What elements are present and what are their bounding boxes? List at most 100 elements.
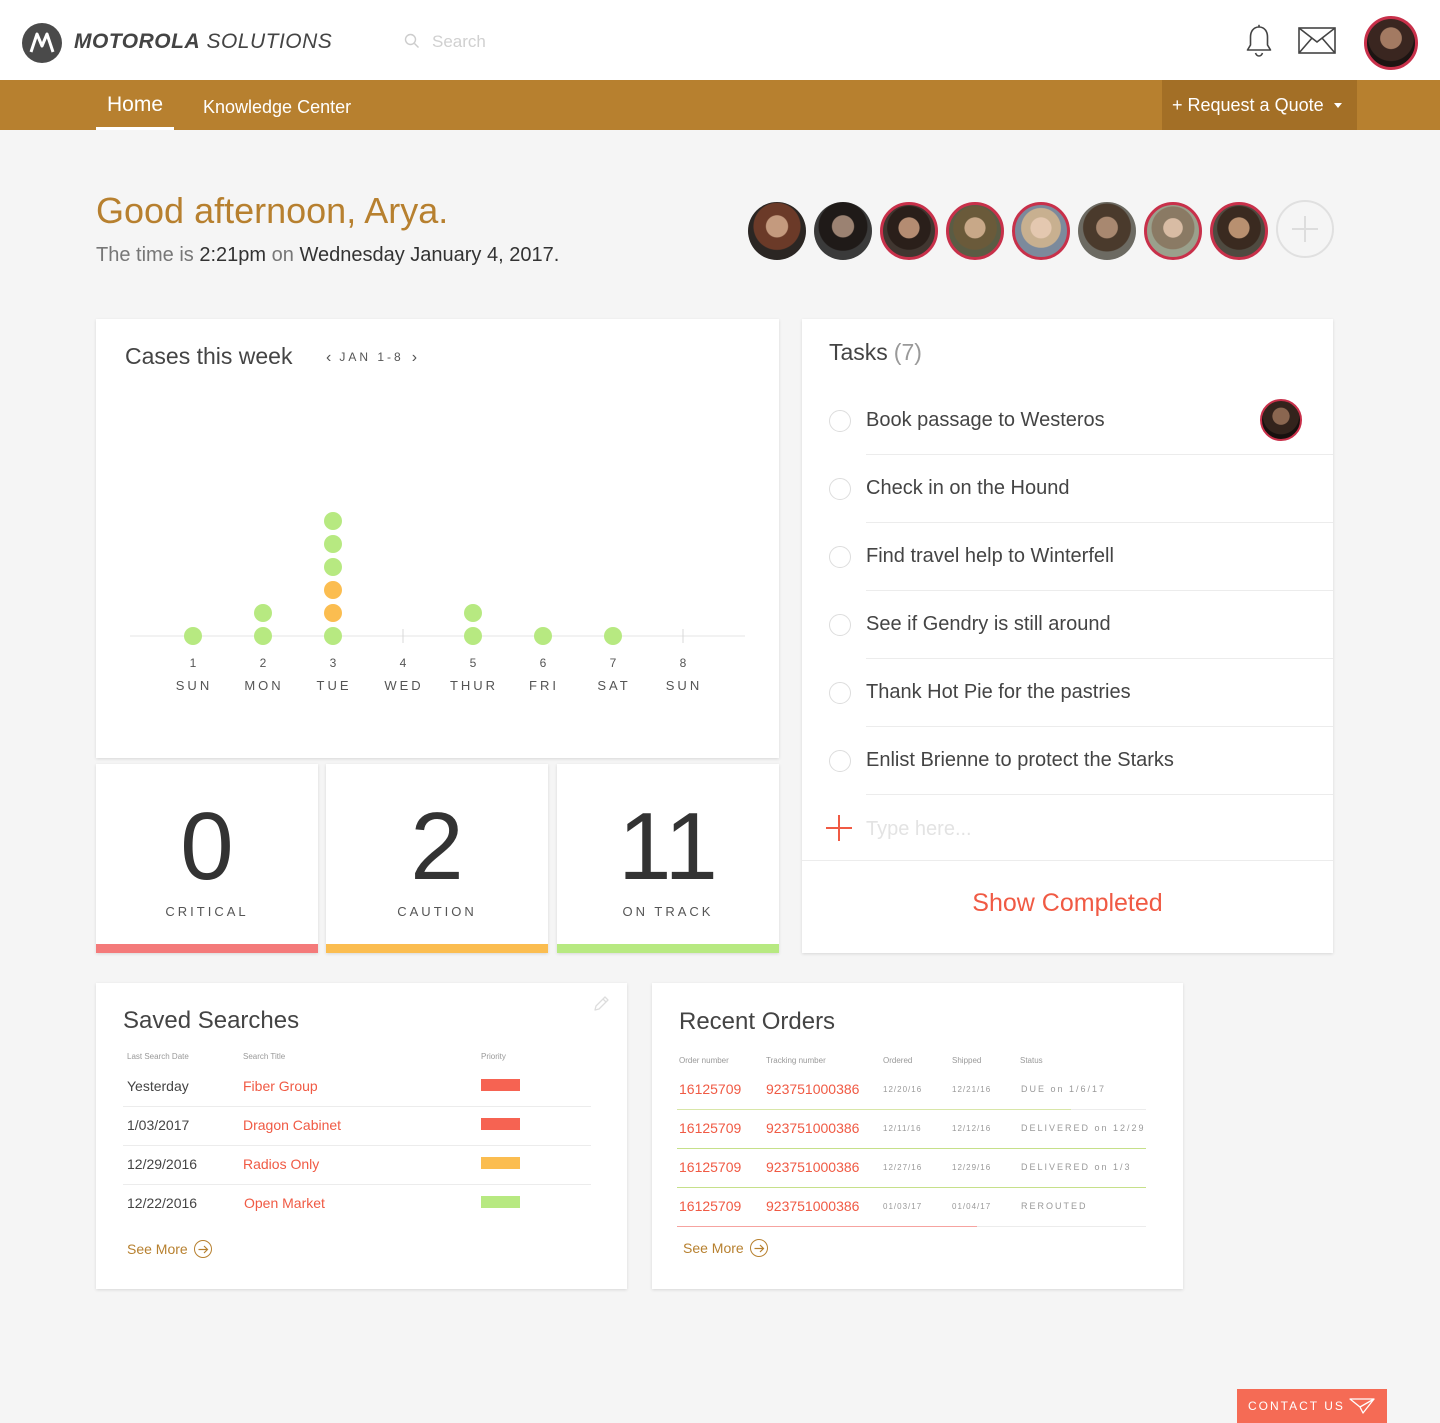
search-title-link[interactable]: Open Market	[244, 1195, 325, 1211]
arrow-right-circle-icon	[749, 1239, 768, 1257]
ordered-date: 12/27/16	[883, 1163, 923, 1172]
search-box[interactable]	[402, 30, 722, 54]
search-date: 12/29/2016	[127, 1156, 198, 1172]
tasks-title-label: Tasks	[829, 339, 888, 365]
chart-dot	[324, 627, 342, 645]
contact-us-label: CONTACT US	[1248, 1399, 1345, 1413]
order-number-link[interactable]: 16125709	[679, 1120, 741, 1136]
order-progress	[677, 1226, 978, 1227]
team-avatar[interactable]	[748, 202, 806, 260]
top-bar: MOTOROLA SOLUTIONS	[0, 0, 1440, 80]
task-checkbox[interactable]	[829, 478, 851, 500]
stat-caution[interactable]: 2 CAUTION	[326, 764, 548, 953]
arrow-right-circle-icon	[193, 1240, 212, 1258]
table-row[interactable]: 16125709 923751000386 12/27/16 12/29/16 …	[677, 1149, 1146, 1188]
table-row[interactable]: 16125709 923751000386 12/20/16 12/21/16 …	[677, 1071, 1146, 1110]
motorola-logo-icon[interactable]	[22, 23, 62, 63]
team-avatar[interactable]	[814, 202, 872, 260]
add-task-row	[802, 795, 1333, 861]
tracking-number-link[interactable]: 923751000386	[766, 1120, 859, 1136]
task-checkbox[interactable]	[829, 410, 851, 432]
team-avatar[interactable]	[1078, 202, 1136, 260]
request-quote-label: + Request a Quote	[1172, 95, 1324, 115]
nav-home[interactable]: Home	[96, 80, 174, 130]
column-header: Shipped	[952, 1056, 982, 1065]
chart-dot	[604, 627, 622, 645]
task-item[interactable]: Check in on the Hound	[802, 455, 1333, 523]
tracking-number-link[interactable]: 923751000386	[766, 1159, 859, 1175]
team-avatar[interactable]	[880, 202, 938, 260]
task-checkbox[interactable]	[829, 546, 851, 568]
table-row[interactable]: Yesterday Fiber Group	[123, 1068, 591, 1107]
column-header: Priority	[481, 1052, 506, 1061]
task-item[interactable]: Thank Hot Pie for the pastries	[802, 659, 1333, 727]
tracking-number-link[interactable]: 923751000386	[766, 1081, 859, 1097]
nav-knowledge-center[interactable]: Knowledge Center	[203, 80, 351, 130]
table-row[interactable]: 1/03/2017 Dragon Cabinet	[123, 1107, 591, 1146]
brand-light: SOLUTIONS	[206, 30, 333, 53]
table-row[interactable]: 16125709 923751000386 01/03/17 01/04/17 …	[677, 1188, 1146, 1227]
table-row[interactable]: 12/22/2016 Open Market	[123, 1185, 591, 1224]
stat-on-track[interactable]: 11 ON TRACK	[557, 764, 779, 953]
task-item[interactable]: Book passage to Westeros	[802, 387, 1333, 455]
team-avatar[interactable]	[946, 202, 1004, 260]
send-icon	[1349, 1398, 1375, 1414]
request-quote-button[interactable]: + Request a Quote	[1162, 80, 1357, 130]
mail-icon[interactable]	[1298, 27, 1336, 54]
search-title-link[interactable]: Radios Only	[243, 1156, 319, 1172]
chart-tick-label: SAT	[597, 678, 630, 693]
chart-dot	[324, 535, 342, 553]
chart-tick-label: 2	[260, 656, 267, 670]
order-number-link[interactable]: 16125709	[679, 1081, 741, 1097]
greeting-title: Good afternoon, Arya.	[96, 190, 449, 231]
chart-tick-label: 4	[400, 656, 407, 670]
chart-dot	[324, 558, 342, 576]
task-text: Book passage to Westeros	[866, 409, 1105, 431]
task-checkbox[interactable]	[829, 614, 851, 636]
add-task-input[interactable]	[866, 815, 1286, 843]
task-item[interactable]: Find travel help to Winterfell	[802, 523, 1333, 591]
brand-name[interactable]: MOTOROLA SOLUTIONS	[74, 30, 332, 54]
pencil-icon[interactable]	[592, 995, 610, 1013]
contact-us-button[interactable]: CONTACT US	[1237, 1389, 1387, 1423]
chart-tick-label: SUN	[666, 678, 702, 693]
task-assignee-avatar[interactable]	[1260, 399, 1302, 441]
column-header: Order number	[679, 1056, 729, 1065]
team-avatar[interactable]	[1012, 202, 1070, 260]
search-input[interactable]	[432, 30, 712, 54]
time-on: on	[271, 244, 294, 266]
chart-tick-label: 6	[540, 656, 547, 670]
task-item[interactable]: See if Gendry is still around	[802, 591, 1333, 659]
user-avatar[interactable]	[1364, 16, 1418, 70]
stat-critical[interactable]: 0 CRITICAL	[96, 764, 318, 953]
see-more-link[interactable]: See More	[127, 1240, 212, 1258]
stat-color-bar	[326, 944, 548, 953]
search-title-link[interactable]: Dragon Cabinet	[243, 1117, 341, 1133]
table-row[interactable]: 16125709 923751000386 12/11/16 12/12/16 …	[677, 1110, 1146, 1149]
see-more-label: See More	[127, 1241, 188, 1257]
tasks-card: Tasks (7) Book passage to Westeros Check …	[802, 319, 1333, 953]
team-avatar[interactable]	[1144, 202, 1202, 260]
tracking-number-link[interactable]: 923751000386	[766, 1198, 859, 1214]
bell-icon[interactable]	[1244, 24, 1274, 58]
priority-indicator	[481, 1196, 520, 1208]
tasks-title: Tasks (7)	[829, 339, 922, 366]
ordered-date: 12/20/16	[883, 1085, 923, 1094]
task-checkbox[interactable]	[829, 682, 851, 704]
ordered-date: 12/11/16	[883, 1124, 922, 1133]
see-more-link[interactable]: See More	[683, 1239, 768, 1257]
search-date: 1/03/2017	[127, 1117, 190, 1133]
search-title-link[interactable]: Fiber Group	[243, 1078, 318, 1094]
shipped-date: 01/04/17	[952, 1202, 992, 1211]
table-row[interactable]: 12/29/2016 Radios Only	[123, 1146, 591, 1185]
plus-icon[interactable]	[826, 815, 852, 841]
order-number-link[interactable]: 16125709	[679, 1198, 741, 1214]
task-item[interactable]: Enlist Brienne to protect the Starks	[802, 727, 1333, 795]
chart-dot	[534, 627, 552, 645]
show-completed-button[interactable]: Show Completed	[802, 889, 1333, 918]
task-checkbox[interactable]	[829, 750, 851, 772]
order-number-link[interactable]: 16125709	[679, 1159, 741, 1175]
stat-label: ON TRACK	[622, 904, 714, 919]
team-avatar[interactable]	[1210, 202, 1268, 260]
add-team-member-button[interactable]	[1276, 200, 1334, 258]
